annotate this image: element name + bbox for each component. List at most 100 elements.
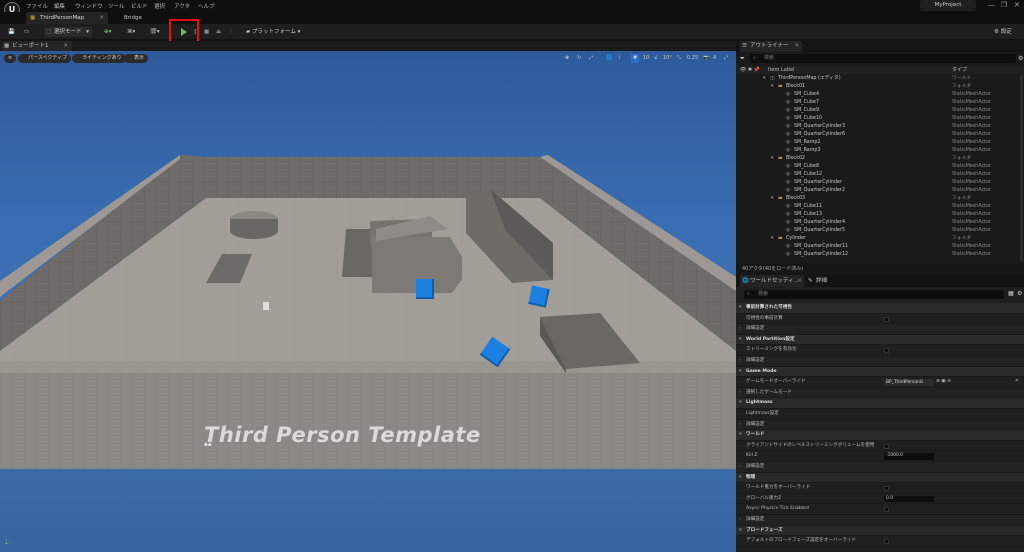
maximize-viewport-icon[interactable]: ⤢ — [724, 54, 728, 63]
outliner-row[interactable]: ◎ SM_Cube10 StaticMeshActor — [736, 115, 1024, 123]
scale-snap-value[interactable]: 0.25 — [687, 54, 698, 63]
settings-icon[interactable]: ⚙ — [1017, 290, 1022, 297]
close-window-icon[interactable]: ✕ — [1014, 1, 1020, 9]
scale-icon[interactable]: ⤢ — [589, 54, 593, 63]
expand-arrow-icon[interactable]: ▾ — [763, 75, 765, 83]
outliner-folder-row[interactable]: ▾ ▬ Block01 フォルダ — [736, 83, 1024, 91]
outliner-row[interactable]: ◎ SM_QuarterCylinder4 StaticMeshActor — [736, 219, 1024, 227]
outliner-row[interactable]: ◎ SM_Cube4 StaticMeshActor — [736, 91, 1024, 99]
more-options-icon[interactable]: ⋮ — [228, 27, 234, 37]
asset-actions-icon[interactable]: ⊕ ▣ ⊖ — [936, 377, 951, 388]
settings-button[interactable]: ⚙ 設定 — [994, 27, 1012, 37]
maximize-icon[interactable]: ❐ — [1001, 1, 1007, 9]
stop-icon[interactable]: ■ — [204, 27, 209, 37]
outliner-row[interactable]: ◎ SM_QuarterCylinder6 StaticMeshActor — [736, 131, 1024, 139]
camera-speed-icon[interactable]: 📷 — [703, 54, 709, 63]
chevron-right-icon[interactable]: › — [739, 515, 741, 526]
minimize-icon[interactable]: — — [988, 1, 995, 9]
save-icon[interactable]: 💾 — [8, 27, 15, 37]
expand-arrow-icon[interactable]: ▾ — [771, 195, 773, 203]
grid-snap-value[interactable]: 10 — [643, 54, 649, 63]
chevron-down-icon[interactable]: ▾ — [739, 335, 741, 346]
scale-snap-icon[interactable]: ⤡ — [677, 54, 681, 63]
outliner-row[interactable]: ◎ SM_Ramp2 StaticMeshActor — [736, 139, 1024, 147]
menu-file[interactable]: ファイル — [26, 2, 48, 10]
close-tab-icon[interactable]: ✕ — [99, 12, 104, 24]
tab-outliner[interactable]: ☰ アウトライナー ✕ — [740, 41, 802, 52]
outliner-row[interactable]: ◎ SM_Cube11 StaticMeshActor — [736, 203, 1024, 211]
grid-snap-icon[interactable]: # — [631, 54, 640, 63]
translate-icon[interactable]: ✥ — [565, 54, 569, 63]
details-section-header[interactable]: ▾ Lightmass — [736, 398, 1024, 409]
select-mode-dropdown[interactable]: ⬚ 選択モード ▾ — [44, 27, 92, 37]
expand-arrow-icon[interactable]: ▾ — [771, 83, 773, 91]
chevron-down-icon[interactable]: ▾ — [739, 367, 741, 378]
outliner-folder-row[interactable]: ▾ ▬ Block03 フォルダ — [736, 195, 1024, 203]
world-local-icon[interactable]: 🌐 — [606, 54, 612, 63]
expand-arrow-icon[interactable]: ▾ — [771, 155, 773, 163]
menu-tools[interactable]: ツール — [108, 2, 125, 10]
rotate-icon[interactable]: ↻ — [577, 54, 581, 63]
details-section-header[interactable]: ▾ 事前計算された可視性 — [736, 303, 1024, 314]
tab-world-settings[interactable]: 🌐 ワールドセッティ... ✕ — [740, 275, 804, 287]
outliner-row[interactable]: ◎ SM_Cube8 StaticMeshActor — [736, 163, 1024, 171]
settings-icon[interactable]: ⚙ — [1018, 55, 1023, 62]
column-type[interactable]: タイプ — [952, 66, 967, 74]
filter-icon[interactable]: ⏷ — [740, 55, 745, 63]
advanced-section[interactable]: › 詳細設定 — [736, 462, 1024, 473]
tab-bridge[interactable]: Bridge — [110, 12, 150, 24]
game-mode-dropdown[interactable]: BP_ThirdPersonG — [884, 378, 934, 387]
outliner-row[interactable]: ◎ SM_QuarterCylinder5 StaticMeshActor — [736, 227, 1024, 235]
menu-help[interactable]: ヘルプ — [198, 2, 215, 10]
add-actor-icon[interactable]: ⊕▾ — [104, 27, 111, 37]
outliner-row[interactable]: ◎ SM_QuarterCylinder12 StaticMeshActor — [736, 251, 1024, 259]
menu-select[interactable]: 選択 — [154, 2, 165, 10]
tab-viewport1[interactable]: ▦ ビューポート1 ✕ — [2, 41, 72, 51]
rotation-snap-value[interactable]: 10° — [663, 54, 672, 63]
viewport-menu-icon[interactable]: ≡ — [4, 54, 17, 63]
outliner-row[interactable]: ◎ SM_QuarterCylinder11 StaticMeshActor — [736, 243, 1024, 251]
menu-build[interactable]: ビルド — [131, 2, 148, 10]
close-tab-icon[interactable]: ✕ — [794, 41, 799, 52]
chevron-down-icon[interactable]: ▾ — [739, 473, 741, 484]
outliner-row[interactable]: ▾ ◫ ThirdPersonMap (エディタ) ワールド — [736, 75, 1024, 83]
visibility-column-icon[interactable]: 👁 ✱ 📌 — [740, 66, 760, 74]
property-checkbox[interactable] — [884, 443, 889, 449]
blue-cube[interactable] — [528, 285, 550, 308]
expand-arrow-icon[interactable]: ▾ — [771, 235, 773, 243]
camera-speed-value[interactable]: 4 — [713, 54, 716, 63]
eject-icon[interactable]: ⏏ — [216, 27, 221, 37]
menu-edit[interactable]: 編集 — [54, 2, 65, 10]
property-checkbox[interactable] — [884, 507, 889, 513]
perspective-button[interactable]: パースペクティブ — [18, 54, 72, 63]
details-section-header[interactable]: ▾ ワールド — [736, 430, 1024, 441]
outliner-row[interactable]: ◎ SM_QuarterCylinder2 StaticMeshActor — [736, 187, 1024, 195]
advanced-section[interactable]: › 詳細設定 — [736, 419, 1024, 431]
surface-snap-icon[interactable]: ⌇ — [618, 54, 620, 63]
show-button[interactable]: 表示 — [124, 54, 149, 63]
chevron-right-icon[interactable]: › — [739, 324, 741, 335]
blueprint-icon[interactable]: ⌘▾ — [127, 27, 135, 37]
outliner-search-input[interactable]: ⌕ 検索 — [750, 54, 1016, 63]
details-section-header[interactable]: ▾ ブロードフェーズ — [736, 525, 1024, 537]
outliner-row[interactable]: ◎ SM_Cube12 StaticMeshActor — [736, 171, 1024, 179]
outliner-row[interactable]: ◎ SM_Ramp3 StaticMeshActor — [736, 147, 1024, 155]
advanced-section[interactable]: › 選択したゲームモード — [736, 387, 1024, 399]
menu-actor[interactable]: アクタ — [174, 2, 190, 10]
chevron-down-icon[interactable]: ▾ — [739, 398, 741, 409]
cinematics-icon[interactable]: 🎬▾ — [150, 27, 160, 37]
outliner-folder-row[interactable]: ▾ ▬ Cylinder フォルダ — [736, 235, 1024, 243]
column-item-label[interactable]: Item Label — [768, 66, 794, 74]
property-checkbox[interactable] — [884, 348, 889, 354]
advanced-section[interactable]: › 詳細設定 — [736, 324, 1024, 335]
reset-to-default-icon[interactable]: ↶ — [1015, 377, 1019, 388]
chevron-right-icon[interactable]: › — [739, 420, 741, 431]
property-value-input[interactable]: 0.0 — [884, 495, 934, 503]
chevron-right-icon[interactable]: › — [739, 462, 741, 473]
content-browser-icon[interactable]: ▭ — [24, 27, 29, 37]
property-checkbox[interactable] — [884, 316, 889, 322]
menu-window[interactable]: ウィンドウ — [75, 2, 103, 10]
advanced-section[interactable]: › 詳細設定 — [736, 356, 1024, 367]
property-matrix-icon[interactable]: ▦ — [1008, 290, 1014, 297]
close-tab-icon[interactable]: ✕ — [63, 41, 68, 51]
